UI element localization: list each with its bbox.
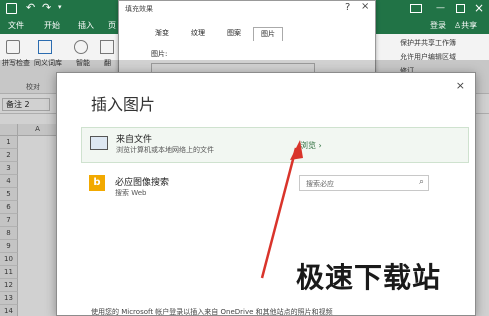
arrow-head	[290, 140, 303, 160]
arrow-shaft	[260, 147, 298, 279]
watermark-text: 极速下载站	[296, 261, 442, 294]
